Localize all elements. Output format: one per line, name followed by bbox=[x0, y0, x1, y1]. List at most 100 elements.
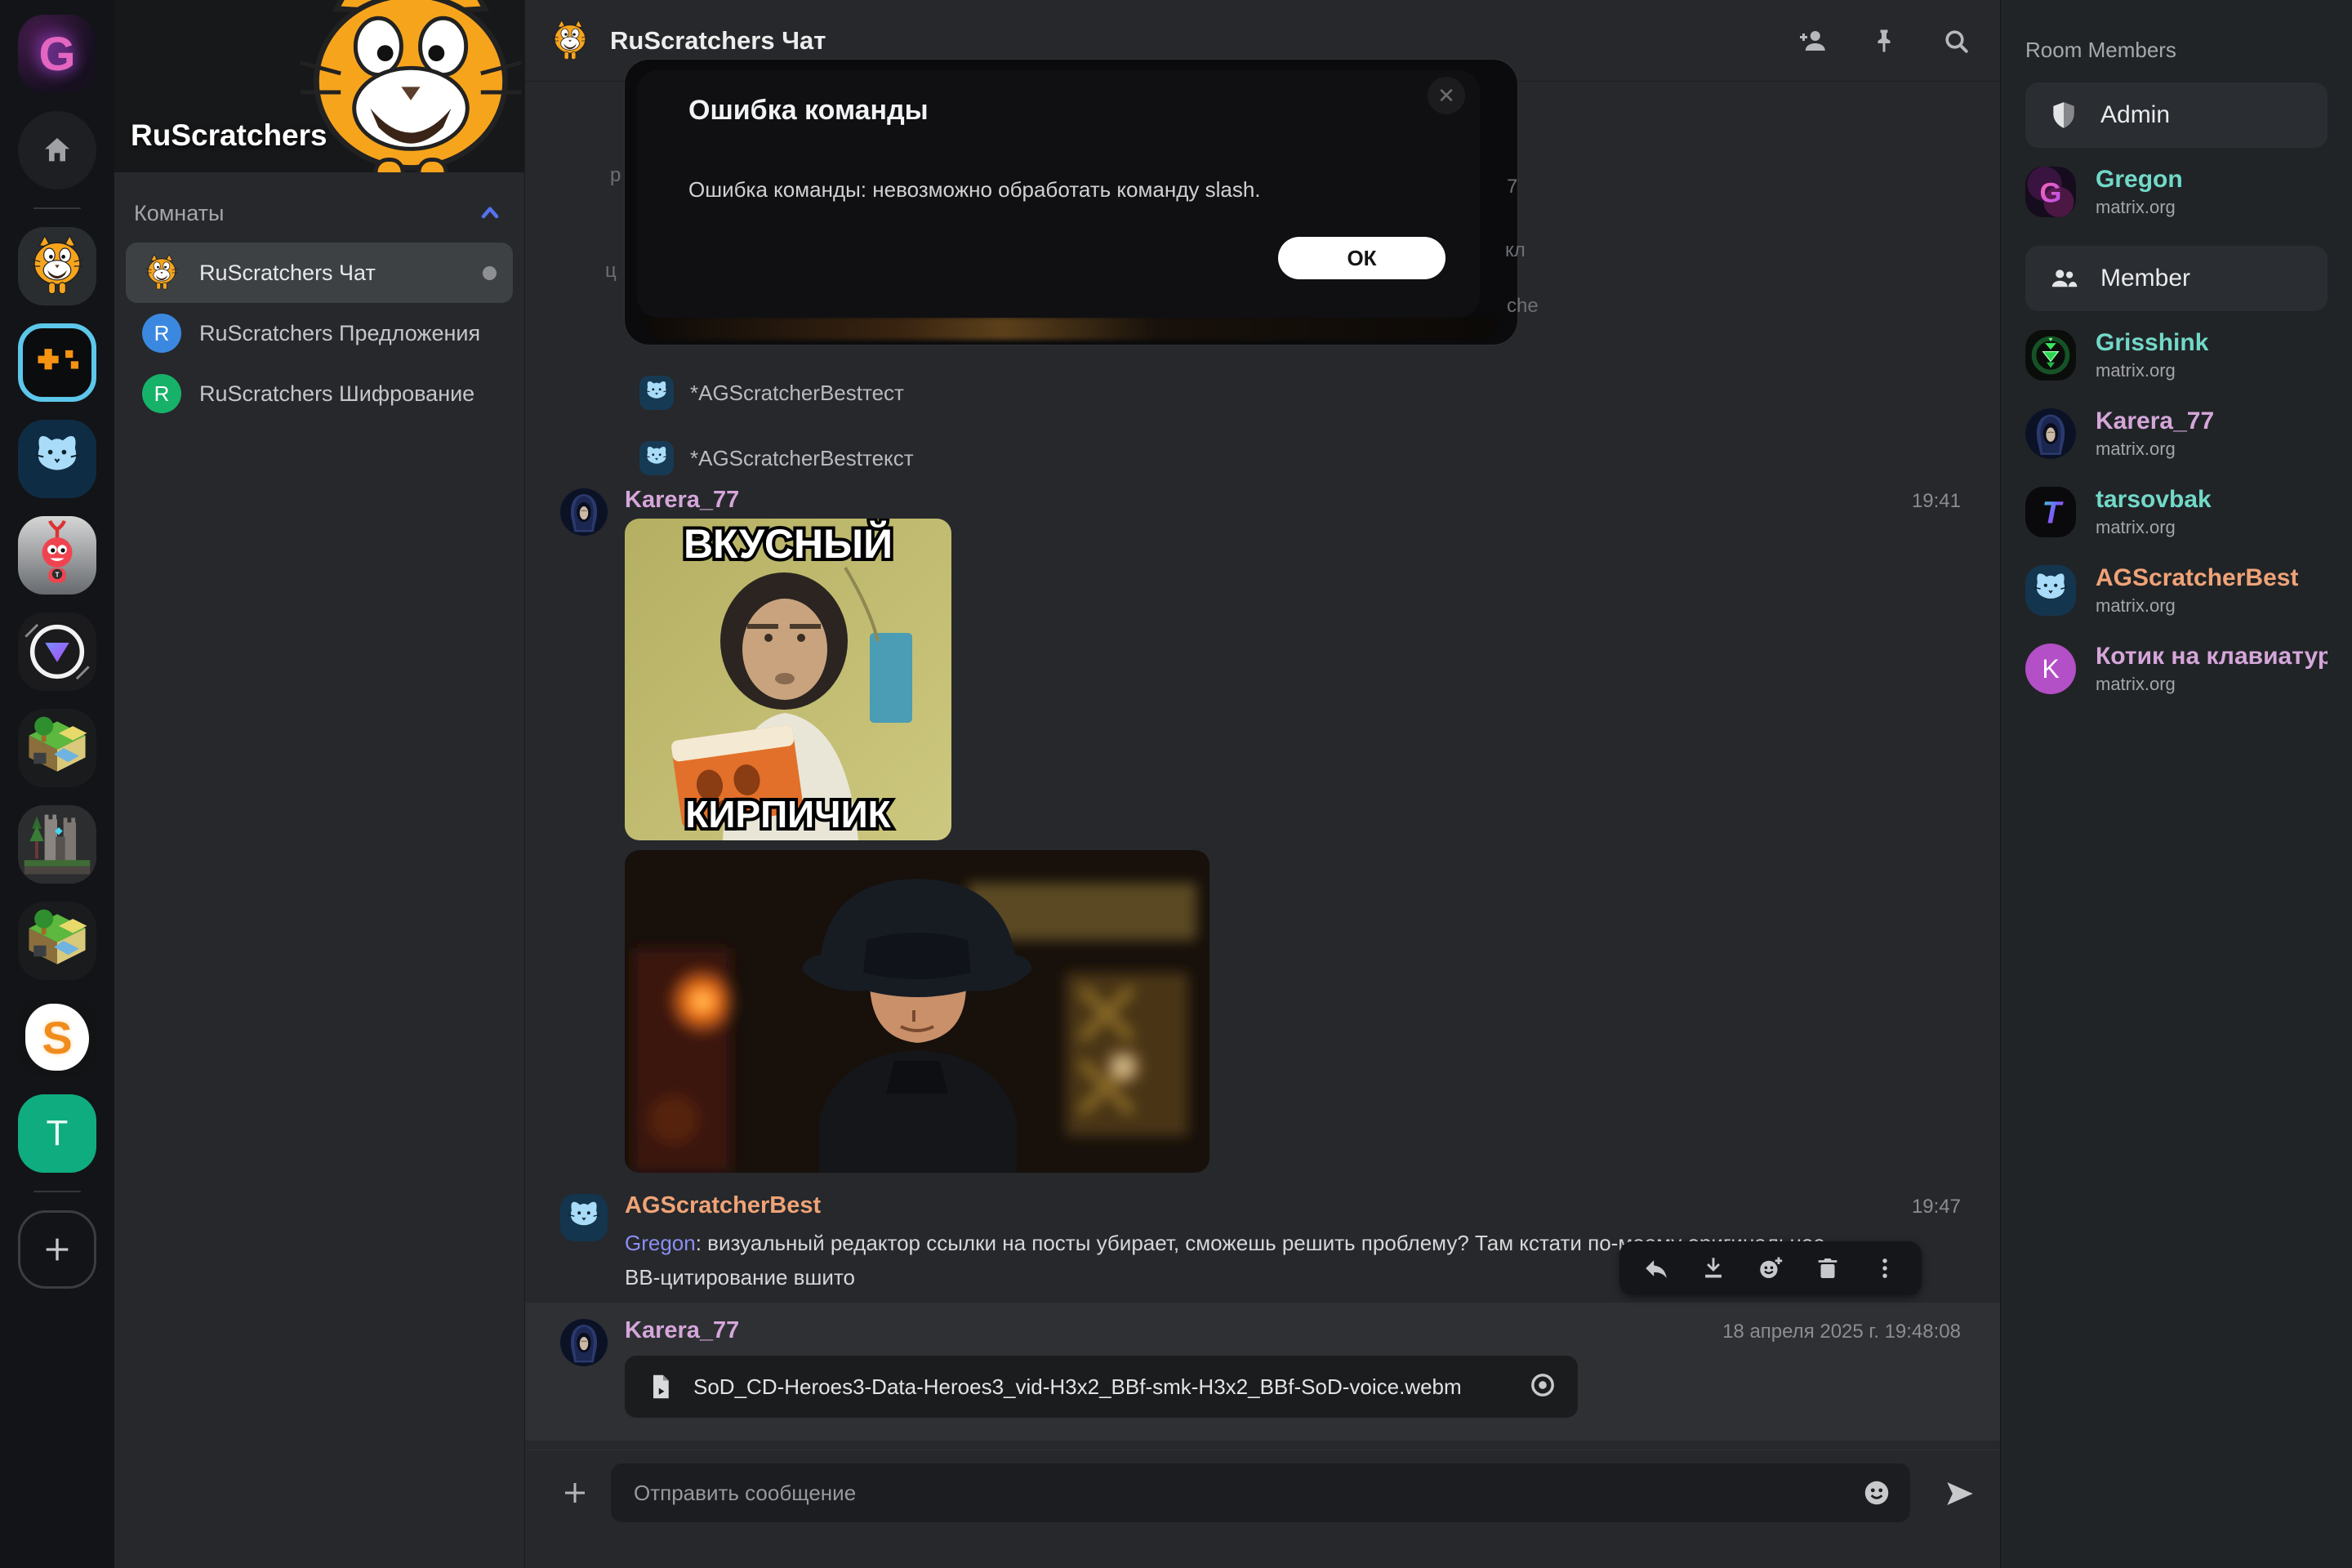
space-banner: RuScratchers bbox=[114, 0, 524, 172]
member-row-grisshink[interactable]: Grisshink matrix.org bbox=[2025, 321, 2328, 390]
scratch-cat-icon bbox=[24, 234, 90, 299]
space-t[interactable]: T bbox=[18, 1094, 96, 1173]
meme-bottom-text: КИРПИЧИК bbox=[685, 793, 891, 835]
member-row-karera[interactable]: Karera_77 matrix.org bbox=[2025, 399, 2328, 468]
rooms-category[interactable]: Комнаты bbox=[114, 172, 524, 243]
voxel-island-icon bbox=[18, 709, 96, 787]
rail-divider bbox=[33, 207, 81, 209]
space-voxel-island-1[interactable] bbox=[18, 709, 96, 787]
room-avatar-scratch-cat[interactable] bbox=[548, 19, 592, 63]
room-avatar-r: R bbox=[142, 374, 181, 413]
video-attachment[interactable]: p ц 7 кл che Ошибка команды Ошибка коман… bbox=[625, 60, 1517, 345]
message-karera-images[interactable]: Karera_77 19:41 bbox=[525, 487, 2000, 1173]
member-name: tarsovbak bbox=[2096, 486, 2212, 514]
avatar[interactable] bbox=[639, 376, 674, 410]
avatar-kotik: K bbox=[2025, 644, 2076, 694]
add-reaction-icon[interactable] bbox=[1757, 1254, 1784, 1282]
robot-icon bbox=[21, 519, 93, 591]
member-name: AGScratcherBest bbox=[2096, 564, 2298, 592]
role-section-member[interactable]: Member bbox=[2025, 246, 2328, 311]
space-panel: RuScratchers Комнаты RuScratchers Чат R … bbox=[114, 0, 525, 1568]
message-hover-toolbar bbox=[1619, 1241, 1922, 1295]
image-attachment-cowboy[interactable] bbox=[625, 850, 1209, 1173]
message-karera-file[interactable]: Karera_77 18 апреля 2025 г. 19:48:08 SoD… bbox=[525, 1317, 2000, 1418]
download-icon[interactable] bbox=[1699, 1254, 1727, 1282]
avatar-ags bbox=[2025, 565, 2076, 616]
app-window: G S T bbox=[0, 0, 2352, 1568]
room-item-encryption[interactable]: R RuScratchers Шифрование bbox=[126, 363, 513, 424]
file-attachment[interactable]: SoD_CD-Heroes3-Data-Heroes3_vid-H3x2_BBf… bbox=[625, 1356, 1578, 1418]
avatar-grisshink bbox=[2025, 330, 2076, 381]
member-row-kotik[interactable]: K Котик на клавиатуре matrix.org bbox=[2025, 635, 2328, 703]
close-icon[interactable]: ✕ bbox=[1428, 77, 1465, 114]
emote-message[interactable]: *AGScratcherBestтест bbox=[639, 376, 1961, 410]
plus-icon bbox=[41, 1233, 74, 1266]
member-server: matrix.org bbox=[2096, 517, 2212, 538]
space-voxel-island-2[interactable] bbox=[18, 902, 96, 980]
room-name: RuScratchers Предложения bbox=[199, 321, 497, 346]
chevron-up-icon[interactable] bbox=[477, 200, 503, 226]
room-item-chat[interactable]: RuScratchers Чат bbox=[126, 243, 513, 303]
sender-name[interactable]: Karera_77 bbox=[625, 487, 739, 514]
sender-name[interactable]: Karera_77 bbox=[625, 1317, 739, 1344]
user-mention[interactable]: Gregon bbox=[625, 1231, 696, 1255]
user-avatar[interactable]: G bbox=[18, 15, 96, 93]
obscured-text-fragment: 7 bbox=[1507, 176, 1517, 198]
avatar[interactable] bbox=[560, 1319, 608, 1366]
more-options-icon[interactable] bbox=[1871, 1254, 1899, 1282]
avatar[interactable] bbox=[560, 1194, 608, 1241]
room-item-suggestions[interactable]: R RuScratchers Предложения bbox=[126, 303, 513, 363]
space-robot[interactable] bbox=[18, 516, 96, 595]
invite-user-icon[interactable] bbox=[1797, 26, 1827, 56]
member-row-ags[interactable]: AGScratcherBest matrix.org bbox=[2025, 556, 2328, 625]
message-input[interactable] bbox=[634, 1481, 1861, 1506]
voxel-island-icon bbox=[18, 902, 96, 980]
add-space-button[interactable] bbox=[18, 1210, 96, 1289]
member-row-gregon[interactable]: Gregon matrix.org bbox=[2025, 158, 2328, 226]
role-section-admin[interactable]: Admin bbox=[2025, 82, 2328, 148]
avatar[interactable] bbox=[560, 488, 608, 536]
pixel-castle-icon bbox=[18, 805, 96, 884]
space-scratch-s[interactable]: S bbox=[18, 998, 96, 1076]
delete-icon[interactable] bbox=[1814, 1254, 1842, 1282]
blue-cat-avatar bbox=[639, 441, 674, 475]
emoji-picker-icon[interactable] bbox=[1861, 1477, 1892, 1508]
message-ags[interactable]: AGScratcherBest 19:47 Gregon: визуальный… bbox=[525, 1192, 2000, 1294]
space-triangle[interactable] bbox=[18, 612, 96, 691]
attach-plus-icon[interactable] bbox=[560, 1478, 590, 1512]
obscured-text-fragment: ц bbox=[605, 260, 617, 283]
member-name: Karera_77 bbox=[2096, 408, 2214, 435]
send-icon[interactable] bbox=[1943, 1477, 1977, 1511]
meme-top-text: ВКУСНЫЙ bbox=[684, 520, 893, 567]
file-name: SoD_CD-Heroes3-Data-Heroes3_vid-H3x2_BBf… bbox=[693, 1374, 1462, 1400]
timestamp: 19:47 bbox=[1912, 1196, 1961, 1218]
avatar[interactable] bbox=[639, 441, 674, 475]
emote-message[interactable]: *AGScratcherBestтекст bbox=[639, 441, 1961, 475]
space-pixel-castle[interactable] bbox=[18, 805, 96, 884]
spaces-rail: G S T bbox=[0, 0, 114, 1568]
rail-divider bbox=[33, 1191, 81, 1192]
rooms-category-label: Комнаты bbox=[134, 201, 477, 226]
sender-name[interactable]: AGScratcherBest bbox=[625, 1192, 821, 1219]
video-file-icon bbox=[646, 1372, 675, 1401]
member-name: Котик на клавиатуре bbox=[2096, 643, 2328, 670]
blue-cat-icon bbox=[23, 425, 91, 493]
pin-icon[interactable] bbox=[1869, 26, 1899, 56]
message-timeline[interactable]: p ц 7 кл che Ошибка команды Ошибка коман… bbox=[525, 82, 2000, 1450]
ok-button[interactable]: ОК bbox=[1278, 237, 1446, 279]
blue-cat-avatar bbox=[560, 1194, 608, 1241]
space-ruscratchers[interactable] bbox=[18, 227, 96, 305]
timestamp: 19:41 bbox=[1912, 490, 1961, 513]
image-attachment-brick-meme[interactable]: ВКУСНЫЙ КИРПИЧИК bbox=[625, 519, 951, 840]
member-server: matrix.org bbox=[2096, 360, 2208, 381]
space-games-selected[interactable] bbox=[18, 323, 96, 402]
search-icon[interactable] bbox=[1941, 26, 1971, 56]
reply-icon[interactable] bbox=[1642, 1254, 1670, 1282]
preview-eye-icon[interactable] bbox=[1529, 1371, 1557, 1403]
member-row-tarsovbak[interactable]: tarsovbak matrix.org bbox=[2025, 478, 2328, 546]
message-input-container[interactable] bbox=[611, 1463, 1910, 1522]
member-server: matrix.org bbox=[2096, 595, 2298, 617]
home-button[interactable] bbox=[18, 111, 96, 189]
space-bluecat[interactable] bbox=[18, 420, 96, 498]
hooded-figure-avatar bbox=[560, 1319, 608, 1366]
